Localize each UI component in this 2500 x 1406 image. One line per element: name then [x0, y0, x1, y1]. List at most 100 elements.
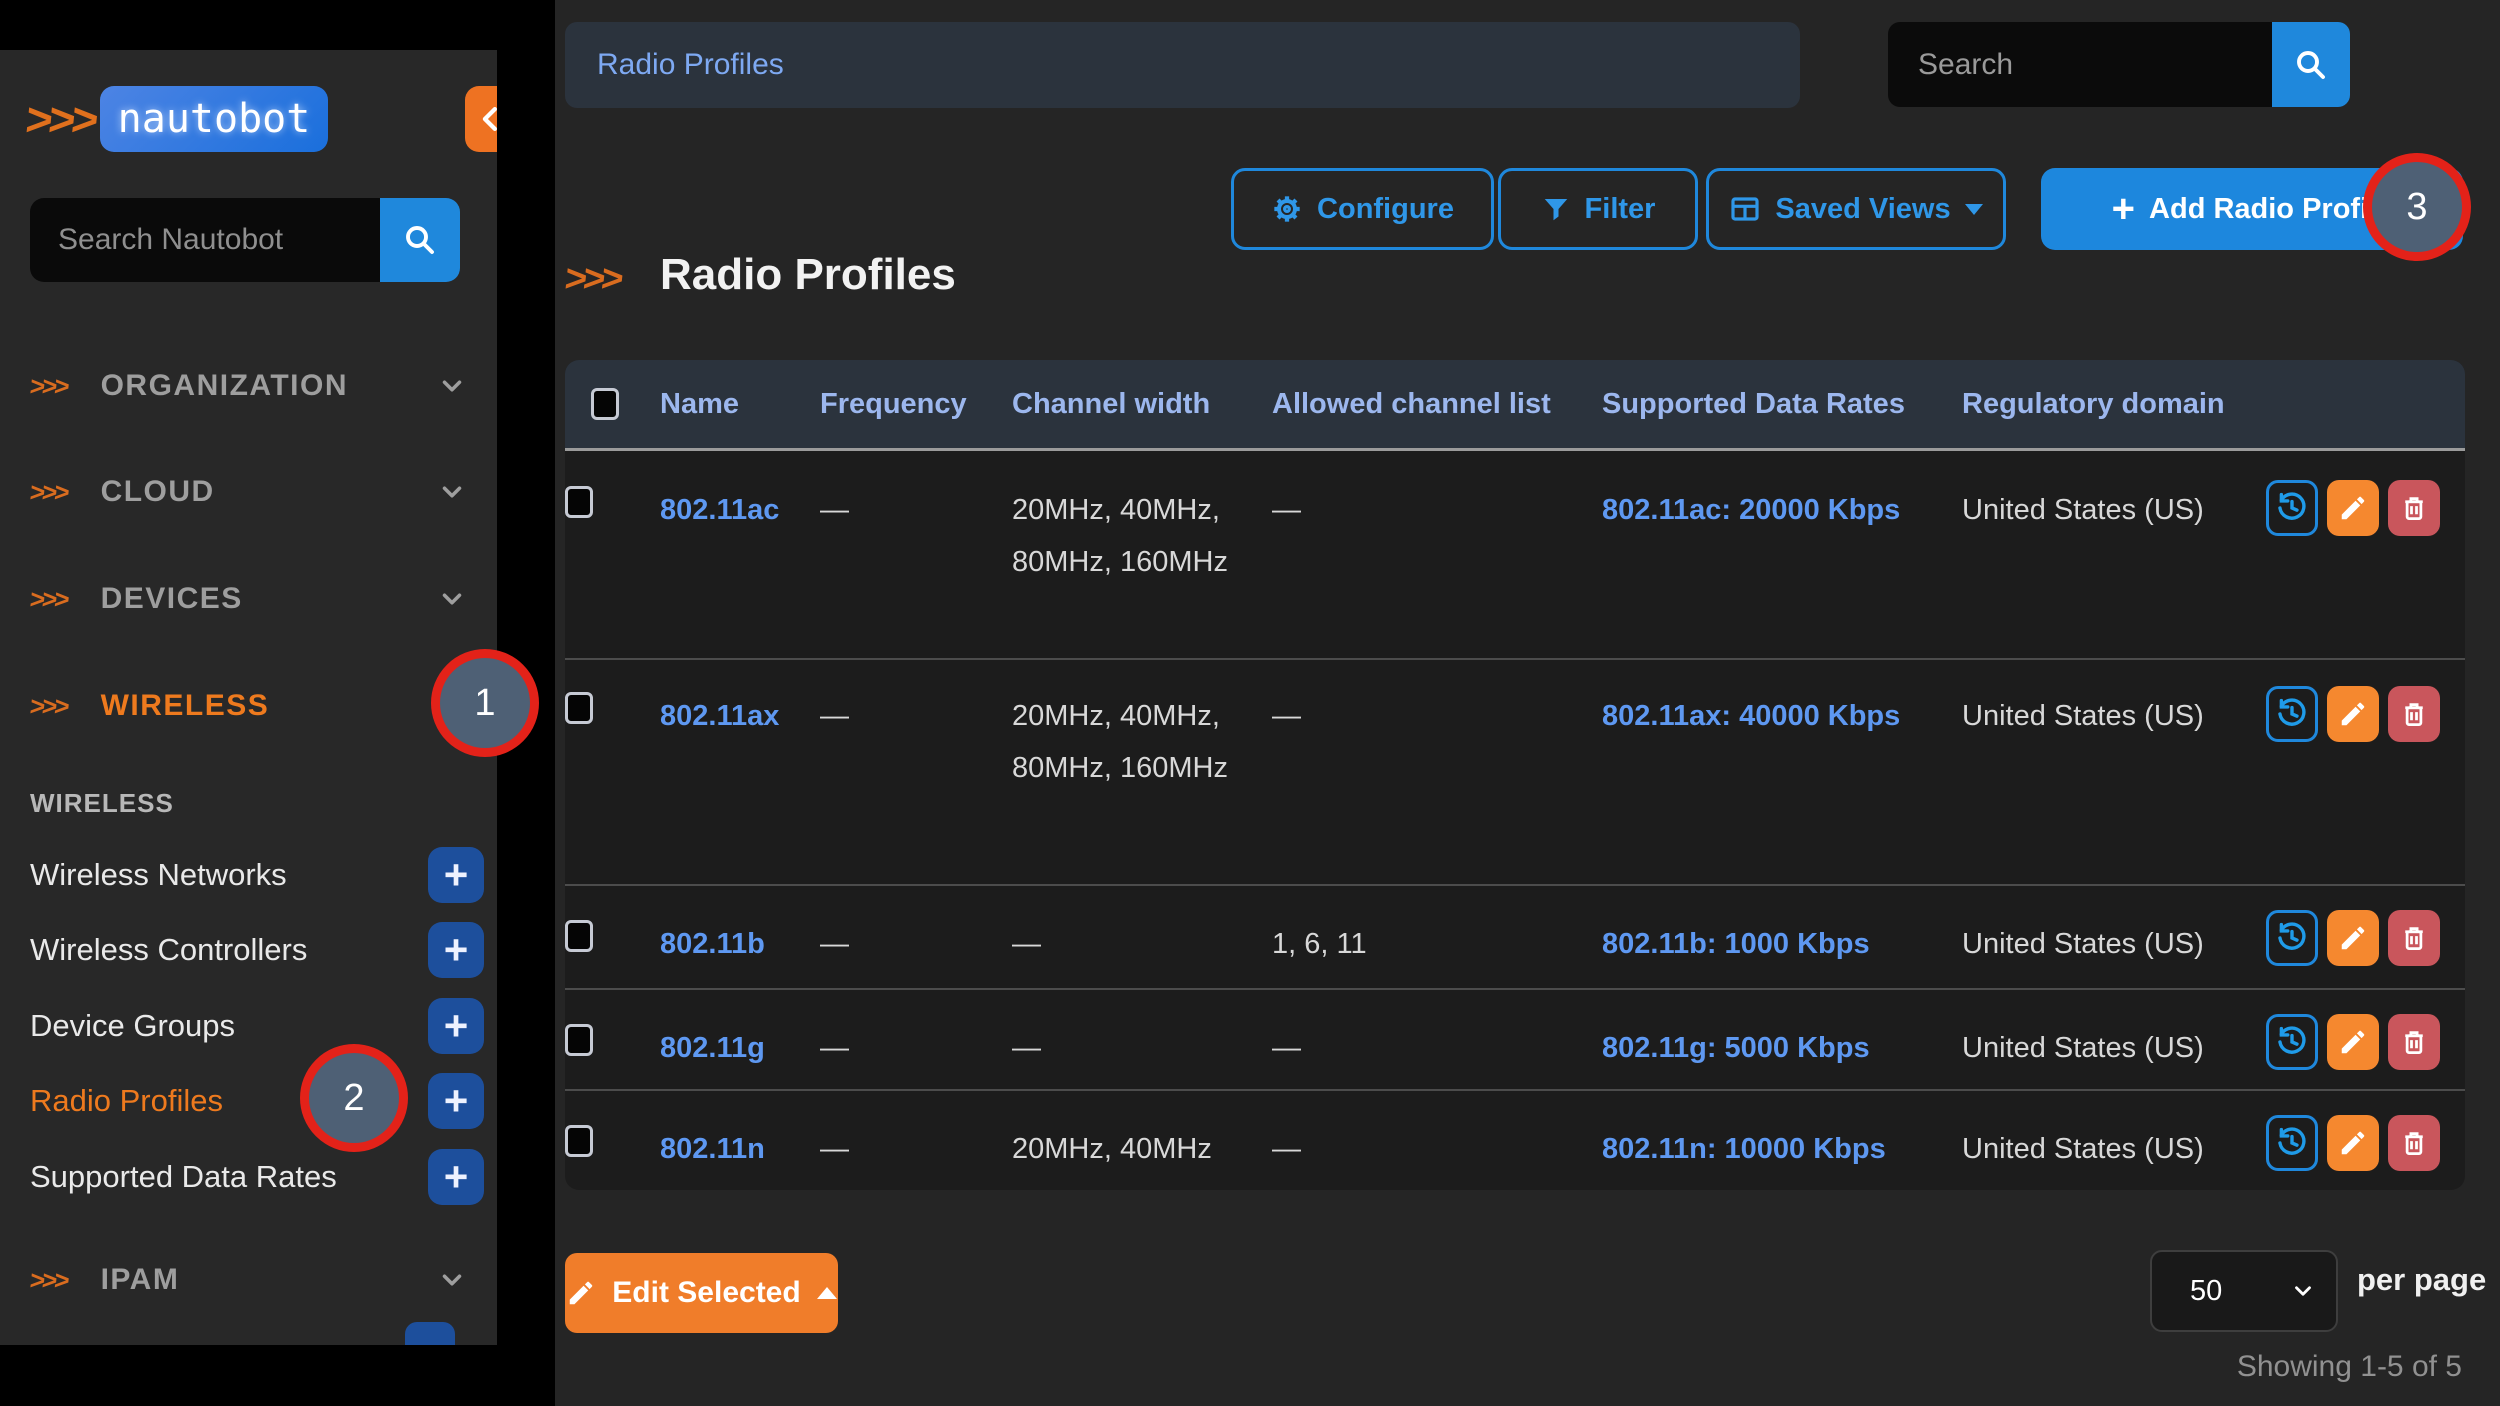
column-header-channel-width[interactable]: Channel width	[1012, 388, 1210, 421]
funnel-icon	[1541, 194, 1571, 224]
saved-views-label: Saved Views	[1775, 193, 1950, 226]
column-header-frequency[interactable]: Frequency	[820, 388, 967, 421]
supported-data-rate-link[interactable]: 802.11n: 10000 Kbps	[1602, 1133, 1886, 1165]
configure-label: Configure	[1317, 193, 1454, 226]
per-page-select[interactable]: 50	[2150, 1250, 2338, 1332]
delete-button[interactable]	[2388, 1115, 2440, 1171]
history-icon	[2275, 1025, 2309, 1059]
chevron-down-icon	[437, 371, 467, 401]
search-icon	[402, 222, 438, 258]
sidebar-item-wireless-networks[interactable]: Wireless Networks	[30, 847, 410, 903]
plus-icon: +	[2112, 194, 2135, 224]
delete-button[interactable]	[2388, 480, 2440, 536]
select-all-checkbox[interactable]	[591, 388, 619, 420]
add-device-group-button[interactable]: +	[428, 998, 484, 1054]
history-icon	[2275, 491, 2309, 525]
radio-profile-link[interactable]: 802.11ax	[660, 700, 779, 732]
edit-selected-button[interactable]: Edit Selected	[565, 1253, 838, 1333]
column-header-allowed-channel-list[interactable]: Allowed channel list	[1272, 388, 1551, 421]
row-checkbox[interactable]	[565, 920, 593, 952]
sidebar-collapse-button[interactable]	[465, 86, 497, 152]
changelog-button[interactable]	[2266, 480, 2318, 536]
edit-button[interactable]	[2327, 1014, 2379, 1070]
section-chevrons-icon: >>>	[28, 1265, 68, 1296]
section-chevrons-icon: >>>	[28, 691, 68, 722]
add-wireless-network-button[interactable]: +	[428, 847, 484, 903]
sidebar-section-cloud[interactable]: >>> CLOUD	[30, 462, 467, 522]
edit-button[interactable]	[2327, 480, 2379, 536]
row-checkbox[interactable]	[565, 692, 593, 724]
delete-button[interactable]	[2388, 686, 2440, 742]
row-checkbox[interactable]	[565, 1024, 593, 1056]
configure-button[interactable]: Configure	[1231, 168, 1494, 250]
add-supported-data-rate-button[interactable]: +	[428, 1149, 484, 1205]
row-checkbox[interactable]	[565, 1125, 593, 1157]
per-page-value: 50	[2190, 1275, 2222, 1308]
trash-icon	[2399, 1027, 2429, 1057]
sidebar-search-button[interactable]	[380, 198, 460, 282]
cell-frequency: —	[820, 918, 849, 970]
delete-button[interactable]	[2388, 910, 2440, 966]
cell-frequency: —	[820, 484, 849, 536]
edit-button[interactable]	[2327, 686, 2379, 742]
sidebar-section-ipam[interactable]: >>> IPAM	[30, 1250, 467, 1310]
changelog-button[interactable]	[2266, 686, 2318, 742]
pencil-icon	[2338, 493, 2368, 523]
supported-data-rate-link[interactable]: 802.11b: 1000 Kbps	[1602, 928, 1870, 960]
trash-icon	[2399, 493, 2429, 523]
column-header-regulatory-domain[interactable]: Regulatory domain	[1962, 388, 2225, 421]
cell-frequency: —	[820, 1123, 849, 1175]
supported-data-rate-link[interactable]: 802.11ax: 40000 Kbps	[1602, 700, 1900, 732]
column-header-name[interactable]: Name	[660, 388, 739, 421]
table-row: 802.11ax — 20MHz, 40MHz, 80MHz, 160MHz —…	[565, 658, 2465, 884]
cell-allowed-channel-list: 1, 6, 11	[1272, 918, 1367, 970]
pencil-icon	[566, 1278, 596, 1308]
supported-data-rate-link[interactable]: 802.11g: 5000 Kbps	[1602, 1032, 1870, 1064]
sidebar-section-organization[interactable]: >>> ORGANIZATION	[30, 356, 467, 416]
clipped-add-button[interactable]	[405, 1322, 455, 1345]
radio-profile-link[interactable]: 802.11n	[660, 1133, 765, 1165]
section-label: IPAM	[101, 1263, 180, 1297]
table-view-icon	[1729, 193, 1761, 225]
row-checkbox[interactable]	[565, 486, 593, 518]
trash-icon	[2399, 1128, 2429, 1158]
breadcrumb: Radio Profiles	[565, 22, 1800, 108]
nautobot-logo[interactable]: nautobot	[100, 86, 328, 152]
cell-allowed-channel-list: —	[1272, 1022, 1301, 1074]
sidebar-item-wireless-controllers[interactable]: Wireless Controllers	[30, 922, 410, 978]
sidebar-search-input[interactable]	[30, 198, 380, 282]
filter-button[interactable]: Filter	[1498, 168, 1698, 250]
sidebar-item-supported-data-rates[interactable]: Supported Data Rates	[30, 1149, 410, 1205]
column-header-supported-data-rates[interactable]: Supported Data Rates	[1602, 388, 1905, 421]
add-radio-profile-sidebar-button[interactable]: +	[428, 1073, 484, 1129]
table-header: Name Frequency Channel width Allowed cha…	[565, 360, 2465, 451]
changelog-button[interactable]	[2266, 1014, 2318, 1070]
radio-profile-link[interactable]: 802.11ac	[660, 494, 779, 526]
global-search-input[interactable]	[1888, 22, 2272, 107]
app-window: >>> nautobot >>> ORGANIZATION >>> CLOUD …	[0, 0, 2500, 1406]
supported-data-rate-link[interactable]: 802.11ac: 20000 Kbps	[1602, 494, 1900, 526]
history-icon	[2275, 1126, 2309, 1160]
sidebar-section-devices[interactable]: >>> DEVICES	[30, 569, 467, 629]
showing-count: Showing 1-5 of 5	[2237, 1350, 2462, 1384]
trash-icon	[2399, 699, 2429, 729]
breadcrumb-radio-profiles-link[interactable]: Radio Profiles	[597, 48, 784, 82]
cell-channel-width: 20MHz, 40MHz	[1012, 1123, 1267, 1175]
changelog-button[interactable]	[2266, 910, 2318, 966]
edit-button[interactable]	[2327, 910, 2379, 966]
pencil-icon	[2338, 923, 2368, 953]
edit-button[interactable]	[2327, 1115, 2379, 1171]
radio-profile-link[interactable]: 802.11g	[660, 1032, 765, 1064]
cell-regulatory-domain: United States (US)	[1962, 918, 2204, 970]
annotation-circle-3: 3	[2363, 153, 2471, 261]
global-search-button[interactable]	[2272, 22, 2350, 107]
delete-button[interactable]	[2388, 1014, 2440, 1070]
sidebar-section-wireless[interactable]: >>> WIRELESS	[30, 676, 467, 736]
changelog-button[interactable]	[2266, 1115, 2318, 1171]
saved-views-button[interactable]: Saved Views	[1706, 168, 2006, 250]
table-row: 802.11b — — 1, 6, 11 802.11b: 1000 Kbps …	[565, 884, 2465, 988]
global-search	[1888, 22, 2350, 107]
add-wireless-controller-button[interactable]: +	[428, 922, 484, 978]
radio-profile-link[interactable]: 802.11b	[660, 928, 765, 960]
sidebar-search	[30, 198, 460, 282]
